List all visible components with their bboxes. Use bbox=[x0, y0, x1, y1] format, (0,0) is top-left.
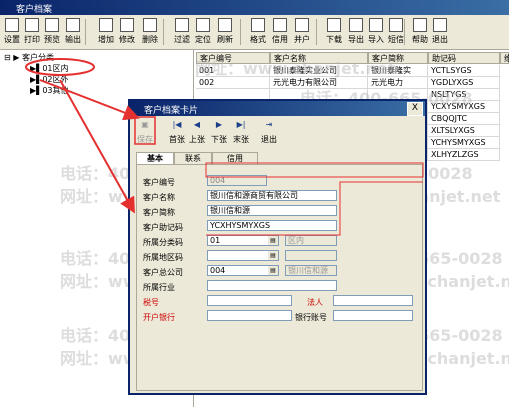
annotation-box bbox=[134, 116, 156, 145]
annotation-box bbox=[205, 162, 424, 178]
annotation-overlay bbox=[25, 58, 424, 236]
annotation-ellipse bbox=[25, 58, 95, 76]
annotation-arrow bbox=[39, 79, 140, 121]
annotation-line bbox=[206, 181, 423, 236]
annotation-arrow bbox=[59, 79, 135, 214]
